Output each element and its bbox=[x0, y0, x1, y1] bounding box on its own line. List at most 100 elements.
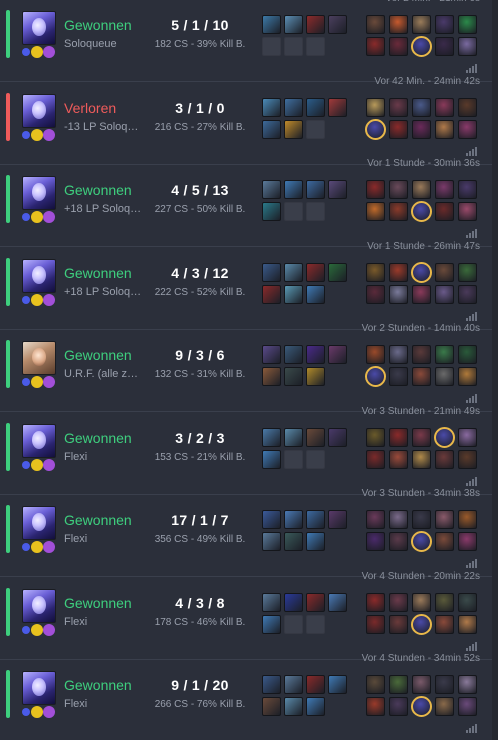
champion-icon[interactable] bbox=[389, 180, 408, 199]
item-icon[interactable] bbox=[306, 262, 325, 282]
champion-icon[interactable] bbox=[389, 510, 408, 529]
match-row[interactable]: Gewonnen Flexi 17 / 1 / 7 356 CS - 49% Kill… bbox=[0, 488, 492, 577]
champion-icon[interactable] bbox=[435, 592, 454, 612]
match-row[interactable]: Verloren -13 LP Soloqueue 3 / 1 / 0 216 CS … bbox=[0, 76, 492, 165]
champion-portrait-icon[interactable] bbox=[22, 93, 56, 128]
item-icon[interactable] bbox=[262, 614, 281, 634]
item-icon[interactable] bbox=[328, 592, 347, 612]
item-icon[interactable] bbox=[328, 15, 347, 34]
item-icon[interactable] bbox=[306, 592, 325, 612]
champion-icon[interactable] bbox=[366, 697, 385, 716]
item-icon[interactable] bbox=[284, 592, 303, 612]
champion-portrait-icon[interactable] bbox=[22, 11, 56, 45]
item-icon[interactable] bbox=[284, 97, 303, 117]
item-icon[interactable] bbox=[284, 180, 303, 199]
champion-icon[interactable] bbox=[366, 614, 385, 634]
champion-icon[interactable] bbox=[435, 119, 454, 139]
champion-icon[interactable] bbox=[458, 97, 477, 117]
item-icon[interactable] bbox=[262, 449, 281, 469]
item-icon[interactable] bbox=[328, 510, 347, 529]
item-icon[interactable] bbox=[328, 345, 347, 364]
champion-icon[interactable] bbox=[389, 202, 408, 221]
expand-details-icon[interactable] bbox=[466, 394, 478, 403]
item-icon[interactable] bbox=[328, 97, 347, 117]
champion-icon[interactable] bbox=[389, 15, 408, 34]
item-icon[interactable] bbox=[262, 180, 281, 199]
expand-details-icon[interactable] bbox=[466, 724, 478, 733]
item-icon[interactable] bbox=[262, 592, 281, 612]
item-icon[interactable] bbox=[306, 345, 325, 364]
item-icon[interactable] bbox=[328, 262, 347, 282]
champion-icon[interactable] bbox=[366, 37, 385, 56]
own-champion-icon[interactable] bbox=[411, 531, 432, 552]
champion-icon[interactable] bbox=[389, 532, 408, 551]
item-icon[interactable] bbox=[262, 15, 281, 34]
item-icon[interactable] bbox=[262, 367, 281, 386]
champion-icon[interactable] bbox=[435, 675, 454, 694]
item-icon[interactable] bbox=[306, 284, 325, 304]
item-icon[interactable] bbox=[306, 180, 325, 199]
champion-icon[interactable] bbox=[435, 15, 454, 34]
item-icon[interactable] bbox=[284, 510, 303, 529]
item-icon[interactable] bbox=[284, 427, 303, 447]
item-icon[interactable] bbox=[284, 345, 303, 364]
champion-icon[interactable] bbox=[458, 119, 477, 139]
match-row[interactable]: Gewonnen +18 LP Soloqueue 4 / 5 / 13 227 CS… bbox=[0, 158, 492, 247]
champion-icon[interactable] bbox=[366, 284, 385, 304]
champion-icon[interactable] bbox=[366, 262, 385, 282]
champion-icon[interactable] bbox=[412, 367, 431, 386]
champion-icon[interactable] bbox=[366, 180, 385, 199]
champion-icon[interactable] bbox=[435, 345, 454, 364]
champion-icon[interactable] bbox=[435, 284, 454, 304]
item-icon[interactable] bbox=[262, 510, 281, 529]
item-icon[interactable] bbox=[306, 367, 325, 386]
champion-icon[interactable] bbox=[458, 697, 477, 716]
item-icon[interactable] bbox=[284, 284, 303, 304]
item-icon[interactable] bbox=[328, 180, 347, 199]
champion-icon[interactable] bbox=[458, 262, 477, 282]
champion-icon[interactable] bbox=[366, 532, 385, 551]
item-icon[interactable] bbox=[306, 510, 325, 529]
champion-icon[interactable] bbox=[412, 427, 431, 447]
expand-details-icon[interactable] bbox=[466, 641, 478, 651]
champion-icon[interactable] bbox=[435, 180, 454, 199]
item-icon[interactable] bbox=[284, 262, 303, 282]
item-icon[interactable] bbox=[262, 202, 281, 221]
champion-icon[interactable] bbox=[435, 614, 454, 634]
champion-icon[interactable] bbox=[389, 345, 408, 364]
item-icon[interactable] bbox=[262, 427, 281, 447]
item-icon[interactable] bbox=[262, 675, 281, 694]
item-icon[interactable] bbox=[306, 532, 325, 551]
expand-details-icon[interactable] bbox=[466, 476, 478, 486]
champion-icon[interactable] bbox=[435, 449, 454, 469]
item-icon[interactable] bbox=[262, 532, 281, 551]
champion-icon[interactable] bbox=[435, 202, 454, 221]
item-icon[interactable] bbox=[328, 675, 347, 694]
champion-icon[interactable] bbox=[435, 37, 454, 56]
item-icon[interactable] bbox=[306, 675, 325, 694]
champion-icon[interactable] bbox=[458, 180, 477, 199]
champion-icon[interactable] bbox=[366, 427, 385, 447]
champion-icon[interactable] bbox=[412, 284, 431, 304]
champion-icon[interactable] bbox=[458, 449, 477, 469]
item-icon[interactable] bbox=[306, 97, 325, 117]
champion-icon[interactable] bbox=[412, 510, 431, 529]
own-champion-icon[interactable] bbox=[365, 118, 386, 140]
champion-portrait-icon[interactable] bbox=[22, 671, 56, 705]
own-champion-icon[interactable] bbox=[411, 36, 432, 57]
own-champion-icon[interactable] bbox=[411, 696, 432, 717]
match-row[interactable]: Gewonnen +18 LP Soloqueue 4 / 3 / 12 222 CS… bbox=[0, 241, 492, 330]
item-icon[interactable] bbox=[306, 15, 325, 34]
champion-icon[interactable] bbox=[412, 15, 431, 34]
champion-icon[interactable] bbox=[458, 532, 477, 551]
item-icon[interactable] bbox=[284, 532, 303, 551]
champion-portrait-icon[interactable] bbox=[22, 258, 56, 293]
item-icon[interactable] bbox=[284, 675, 303, 694]
champion-portrait-icon[interactable] bbox=[22, 588, 56, 623]
expand-details-icon[interactable] bbox=[466, 559, 478, 568]
champion-icon[interactable] bbox=[458, 367, 477, 386]
champion-icon[interactable] bbox=[412, 592, 431, 612]
champion-icon[interactable] bbox=[412, 675, 431, 694]
own-champion-icon[interactable] bbox=[411, 201, 432, 222]
champion-icon[interactable] bbox=[366, 449, 385, 469]
